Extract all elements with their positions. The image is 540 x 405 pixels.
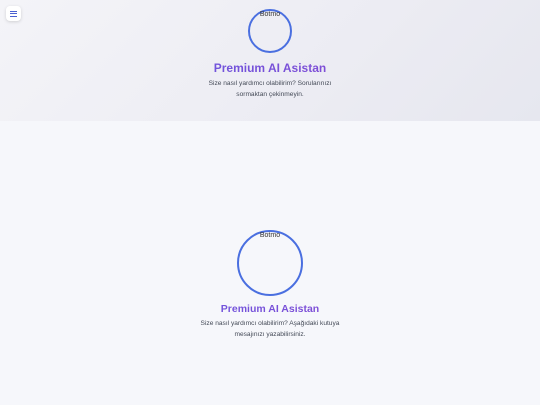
header-panel: Botmo Premium AI Asistan Size nasıl yard… bbox=[0, 0, 540, 121]
welcome-subtitle: Size nasıl yardımcı olabilirim? Aşağıdak… bbox=[200, 320, 340, 338]
avatar-alt-text: Botmo bbox=[259, 11, 281, 18]
welcome-avatar: Botmo bbox=[237, 230, 303, 296]
welcome-avatar-alt-text: Botmo bbox=[259, 232, 281, 239]
header-title: Premium AI Asistan bbox=[0, 61, 540, 75]
welcome-title: Premium AI Asistan bbox=[0, 303, 540, 316]
hamburger-menu-icon bbox=[10, 10, 17, 17]
bot-avatar: Botmo bbox=[248, 9, 292, 53]
header-subtitle: Size nasıl yardımcı olabilirim? Soruları… bbox=[208, 80, 332, 98]
menu-button[interactable] bbox=[6, 6, 21, 21]
